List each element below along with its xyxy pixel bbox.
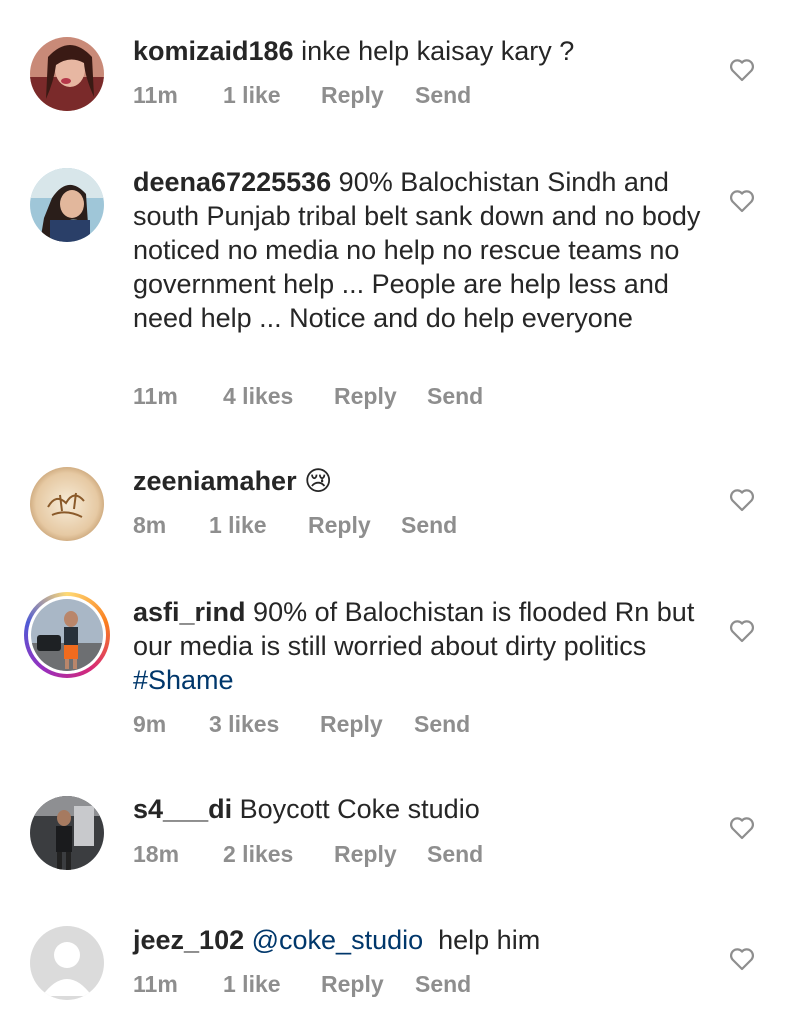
- username[interactable]: komizaid186: [133, 36, 294, 66]
- timestamp: 8m: [133, 512, 167, 538]
- avatar[interactable]: [30, 467, 104, 541]
- comment-body: 😢: [296, 466, 333, 496]
- send-button[interactable]: Send: [401, 511, 457, 539]
- username[interactable]: jeez_102: [133, 925, 244, 955]
- likes-count[interactable]: 2 likes: [223, 840, 293, 868]
- heart-outline-icon[interactable]: [729, 947, 755, 971]
- avatar: [28, 596, 106, 674]
- comment-body: Boycott Coke studio: [232, 794, 480, 824]
- avatar[interactable]: [30, 796, 104, 870]
- likes-count[interactable]: 3 likes: [209, 710, 279, 738]
- story-ring-avatar[interactable]: [24, 592, 110, 678]
- likes-count[interactable]: 1 like: [223, 970, 281, 998]
- mention-link[interactable]: @coke_studio: [244, 925, 424, 955]
- timestamp: 11m: [133, 383, 178, 409]
- comment-text: jeez_102 @coke_studio help him: [133, 923, 713, 957]
- reply-button[interactable]: Reply: [334, 840, 397, 868]
- heart-outline-icon[interactable]: [729, 488, 755, 512]
- heart-outline-icon[interactable]: [729, 619, 755, 643]
- comment-text: deena67225536 90% Balochistan Sindh and …: [133, 165, 713, 335]
- likes-count[interactable]: 4 likes: [223, 382, 293, 410]
- comment-body: inke help kaisay kary ?: [293, 36, 575, 66]
- timestamp: 11m: [133, 971, 178, 997]
- comment-text: asfi_rind 90% of Balochistan is flooded …: [133, 595, 713, 697]
- send-button[interactable]: Send: [427, 382, 483, 410]
- reply-button[interactable]: Reply: [320, 710, 383, 738]
- send-button[interactable]: Send: [415, 81, 471, 109]
- username[interactable]: deena67225536: [133, 167, 331, 197]
- reply-button[interactable]: Reply: [321, 81, 384, 109]
- comment-body: help him: [423, 925, 541, 955]
- heart-outline-icon[interactable]: [729, 816, 755, 840]
- reply-button[interactable]: Reply: [321, 970, 384, 998]
- comment-text: s4___di Boycott Coke studio: [133, 792, 713, 826]
- comment-text: komizaid186 inke help kaisay kary ?: [133, 34, 713, 68]
- username[interactable]: asfi_rind: [133, 597, 246, 627]
- timestamp: 9m: [133, 711, 167, 737]
- comment-text: zeeniamaher 😢: [133, 464, 713, 498]
- send-button[interactable]: Send: [415, 970, 471, 998]
- likes-count[interactable]: 1 like: [209, 511, 267, 539]
- send-button[interactable]: Send: [414, 710, 470, 738]
- likes-count[interactable]: 1 like: [223, 81, 281, 109]
- timestamp: 18m: [133, 841, 180, 867]
- username[interactable]: s4___di: [133, 794, 232, 824]
- hashtag-link[interactable]: #Shame: [133, 665, 234, 695]
- reply-button[interactable]: Reply: [334, 382, 397, 410]
- send-button[interactable]: Send: [427, 840, 483, 868]
- avatar[interactable]: [30, 168, 104, 242]
- heart-outline-icon[interactable]: [729, 58, 755, 82]
- avatar[interactable]: [30, 37, 104, 111]
- default-avatar[interactable]: [30, 926, 104, 1000]
- heart-outline-icon[interactable]: [729, 189, 755, 213]
- timestamp: 11m: [133, 82, 178, 108]
- username[interactable]: zeeniamaher: [133, 466, 297, 496]
- reply-button[interactable]: Reply: [308, 511, 371, 539]
